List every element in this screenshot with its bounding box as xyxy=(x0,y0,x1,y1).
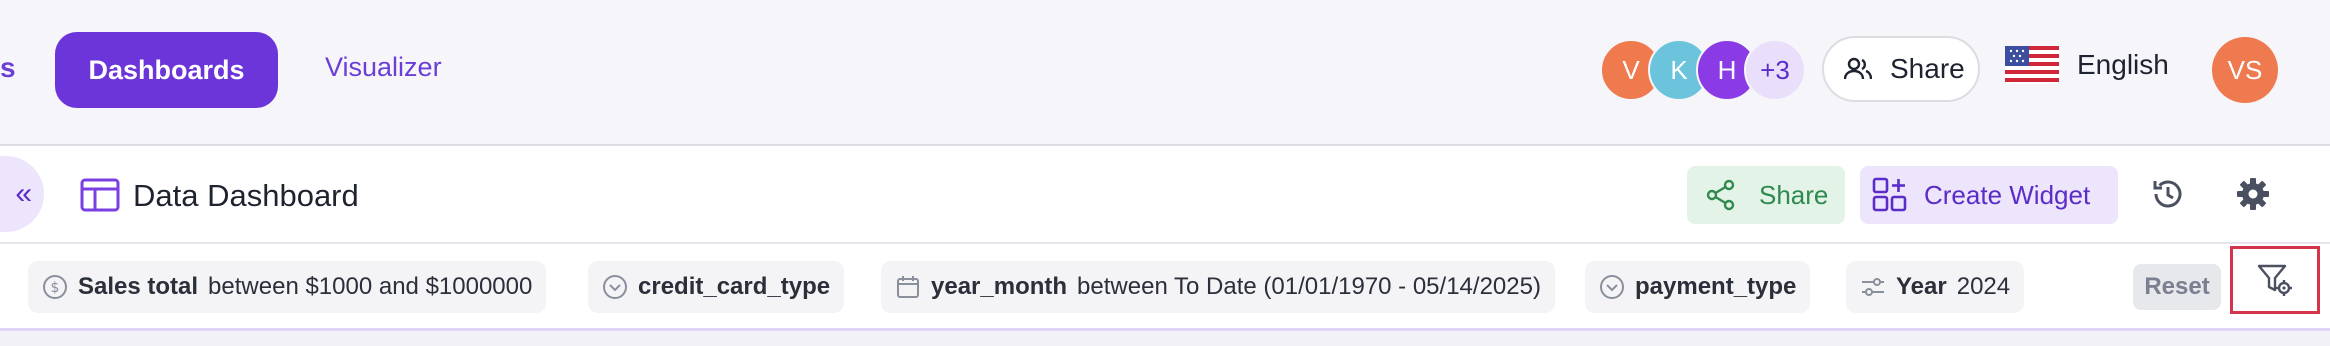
settings-button[interactable] xyxy=(2233,174,2273,214)
share-button[interactable]: Share xyxy=(1822,36,1980,102)
language-selector[interactable]: English xyxy=(2005,46,2169,84)
svg-text:$: $ xyxy=(51,280,60,296)
filter-chip-credit-card-type[interactable]: credit_card_type xyxy=(588,261,845,313)
create-widget-button[interactable]: Create Widget xyxy=(1860,166,2118,224)
filter-chip-year-month[interactable]: year_month between To Date (01/01/1970 -… xyxy=(881,261,1555,313)
collapse-sidebar-button[interactable]: « xyxy=(0,156,44,232)
filter-value: between To Date (01/01/1970 - 05/14/2025… xyxy=(1077,273,1541,300)
filter-bar: $ Sales total between $1000 and $1000000… xyxy=(0,244,2330,331)
dashboard-share-button[interactable]: Share xyxy=(1687,166,1845,224)
filter-name: year_month xyxy=(931,273,1068,300)
filter-settings-icon xyxy=(2257,264,2292,296)
calendar-icon xyxy=(895,274,921,300)
nav-visualizer-tab[interactable]: Visualizer xyxy=(325,52,442,83)
dashboard-title: Data Dashboard xyxy=(133,178,359,213)
dashboard-share-label: Share xyxy=(1759,179,1829,210)
dollar-circle-icon: $ xyxy=(42,274,68,300)
filter-chip-sales-total[interactable]: $ Sales total between $1000 and $1000000 xyxy=(28,261,547,313)
us-flag-icon xyxy=(2005,46,2059,84)
chevron-circle-icon xyxy=(602,274,628,300)
filter-name: Sales total xyxy=(78,273,199,300)
share-label: Share xyxy=(1890,53,1965,84)
users-icon xyxy=(1844,57,1872,80)
history-icon xyxy=(2153,180,2182,208)
nav-item-partial[interactable]: s xyxy=(0,52,16,84)
filter-name: Year xyxy=(1896,273,1947,300)
filter-chip-year[interactable]: Year 2024 xyxy=(1846,261,2025,313)
create-widget-label: Create Widget xyxy=(1924,179,2091,210)
filter-settings-button[interactable] xyxy=(2230,246,2320,314)
share-nodes-icon xyxy=(1706,179,1735,211)
filter-name: payment_type xyxy=(1635,273,1797,300)
add-widget-icon xyxy=(1872,177,1907,212)
filter-value: 2024 xyxy=(1956,273,2011,300)
filter-chip-payment-type[interactable]: payment_type xyxy=(1585,261,1811,313)
more-collaborators-badge[interactable]: +3 xyxy=(1744,39,1806,101)
dashboard-header: « Data Dashboard Share Create Widget xyxy=(0,146,2330,244)
dashboard-layout-icon xyxy=(80,178,120,212)
user-avatar[interactable]: VS xyxy=(2212,37,2278,103)
content-area-edge xyxy=(0,331,2330,346)
language-label: English xyxy=(2077,49,2169,80)
sliders-icon xyxy=(1860,274,1886,300)
nav-dashboards-tab[interactable]: Dashboards xyxy=(55,32,278,108)
filter-name: credit_card_type xyxy=(638,273,831,300)
top-navigation: s Dashboards Visualizer V K H +3 Share E… xyxy=(0,0,2330,146)
history-button[interactable] xyxy=(2148,174,2188,214)
gear-icon xyxy=(2237,178,2269,210)
filter-value: between $1000 and $1000000 xyxy=(208,273,533,300)
reset-filters-button[interactable]: Reset xyxy=(2133,264,2221,310)
chevron-circle-icon xyxy=(1599,274,1625,300)
